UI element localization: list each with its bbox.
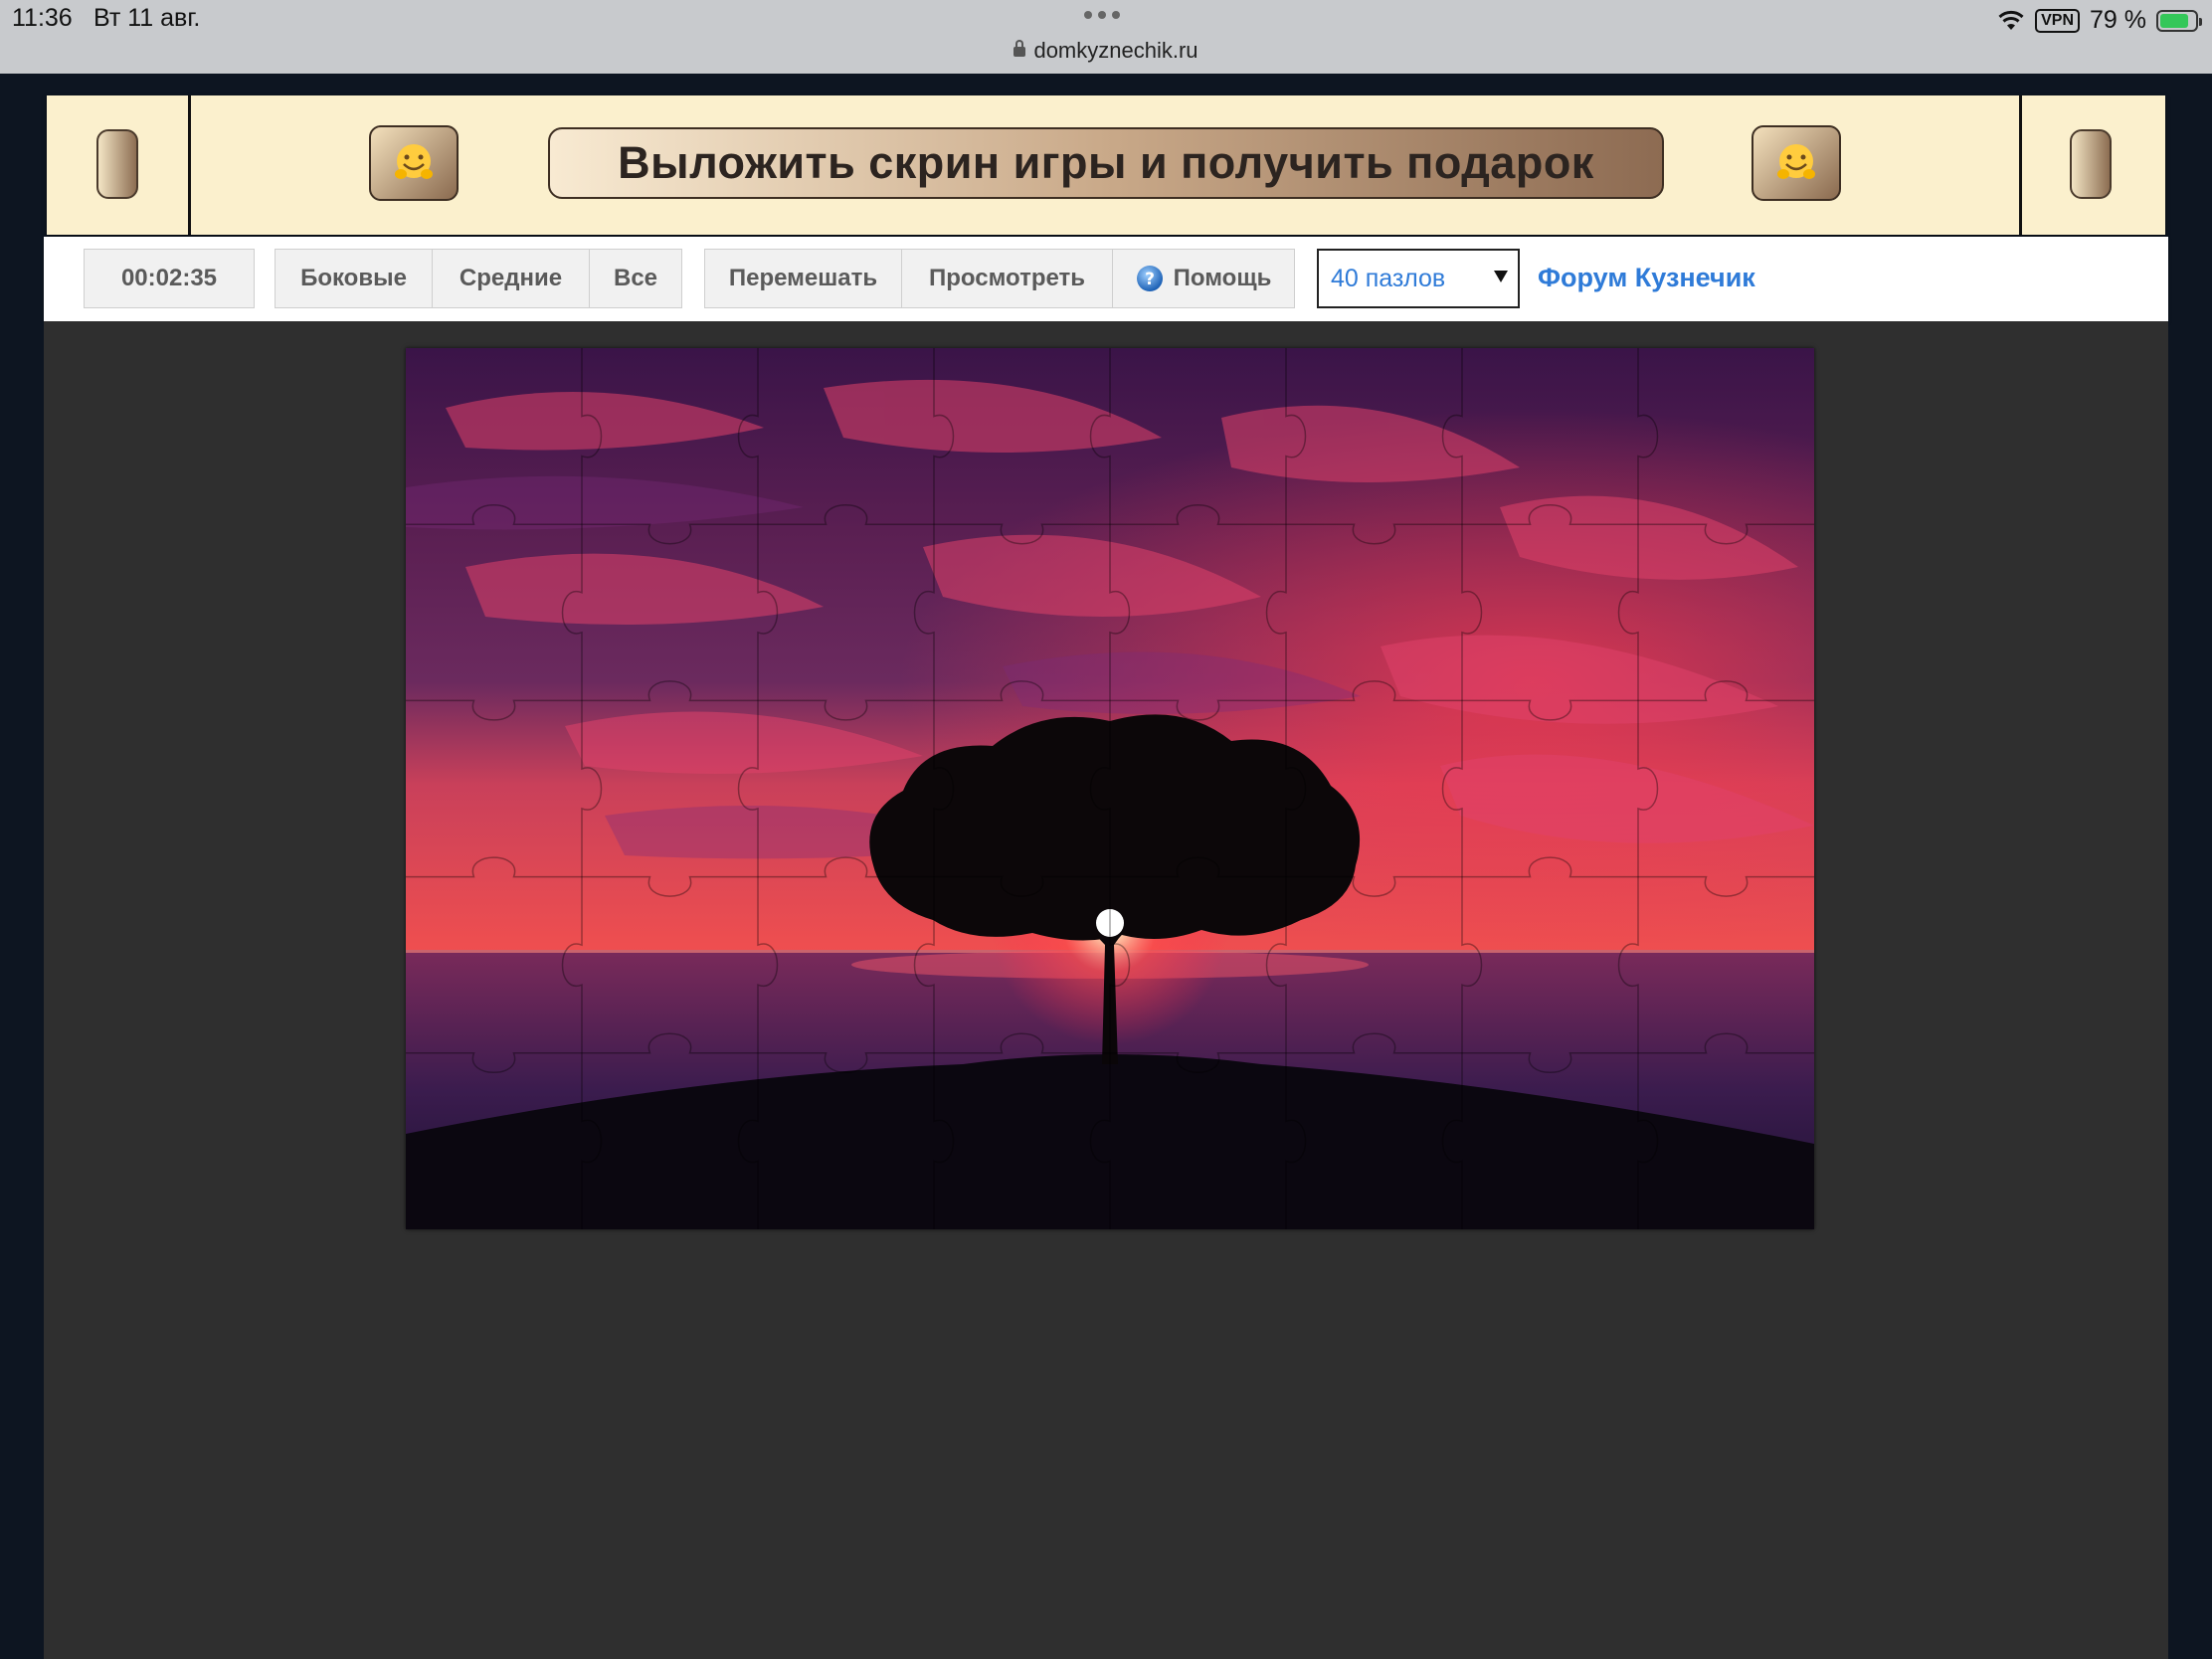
multitasking-dots-icon[interactable] (1084, 11, 1120, 19)
filter-middle-button[interactable]: Средние (432, 249, 589, 308)
battery-percent: 79 % (2090, 6, 2146, 34)
lock-icon (1014, 40, 1026, 57)
timer-display: 00:02:35 (84, 249, 255, 308)
forum-link[interactable]: Форум Кузнечик (1538, 263, 1755, 293)
address-bar[interactable]: domkyznechik.ru (0, 38, 2212, 64)
puzzle-board[interactable] (406, 348, 1814, 1229)
status-time: 11:36 (12, 4, 73, 32)
promo-banner: Выложить скрин игры и получить подарок (47, 95, 2165, 235)
dropdown-caret-icon (1494, 271, 1508, 282)
banner-divider (2019, 95, 2022, 235)
wifi-icon (1998, 10, 2024, 30)
shuffle-button[interactable]: Перемешать (704, 249, 901, 308)
vpn-badge: VPN (2035, 8, 2081, 33)
url-text: domkyznechik.ru (1033, 38, 1198, 63)
filter-all-button[interactable]: Все (589, 249, 682, 308)
piece-count-value: 40 пазлов (1331, 264, 1446, 292)
banner-divider (188, 95, 191, 235)
svg-text:?: ? (1145, 270, 1155, 289)
filter-edges-button[interactable]: Боковые (275, 249, 432, 308)
puzzle-image (406, 348, 1814, 1229)
status-bar: 11:36 Вт 11 авг. domkyznechik.ru VPN 79 … (0, 0, 2212, 74)
promo-screenshot-button[interactable]: Выложить скрин игры и получить подарок (548, 127, 1664, 199)
help-label: Помощь (1173, 265, 1272, 291)
game-area (44, 321, 2168, 1659)
hugging-face-icon[interactable] (1751, 125, 1841, 201)
banner-right-handle (2070, 129, 2112, 199)
help-icon: ? (1136, 266, 1163, 291)
battery-charging-icon (2156, 9, 2202, 32)
status-indicators: VPN 79 % (1997, 6, 2202, 35)
status-date: Вт 11 авг. (93, 4, 201, 32)
puzzle-toolbar: 00:02:35 Боковые Средние Все Перемешать … (44, 237, 2168, 321)
hugging-face-icon[interactable] (369, 125, 459, 201)
help-button[interactable]: ? Помощь (1112, 249, 1295, 308)
preview-button[interactable]: Просмотреть (901, 249, 1112, 308)
banner-left-handle (96, 129, 138, 199)
piece-count-select[interactable]: 40 пазлов (1317, 249, 1520, 308)
